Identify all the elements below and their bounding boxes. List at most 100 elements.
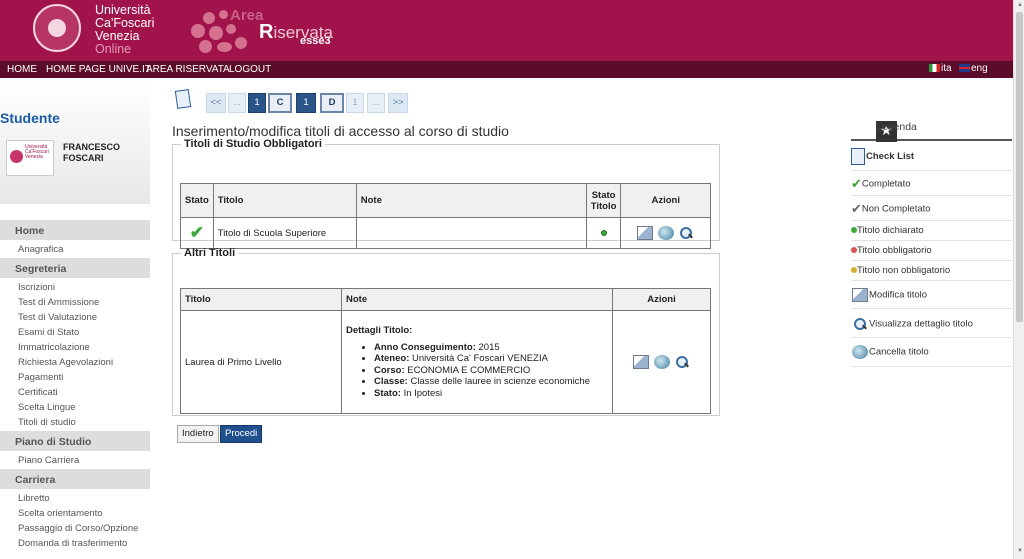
grey-check-icon: ✔ [851,201,862,216]
detail-corso: Corso: ECONOMIA E COMMERCIO [374,365,608,377]
pager-label-c[interactable]: C [268,93,292,113]
university-seal-logo[interactable] [33,4,81,52]
delete-title-globe-icon[interactable] [653,355,670,369]
student-title: Studente [0,110,60,126]
menu-section-segreteria[interactable]: Segreteria [0,257,150,278]
page-title: Inserimento/modifica titoli di accesso a… [172,123,509,139]
menu-item-libretto[interactable]: Libretto [0,491,150,506]
col-stato-titolo: Stato Titolo [585,183,622,218]
menu-item-domanda-trasferimento[interactable]: Domanda di trasferimento [0,536,150,551]
row-titolo: Laurea di Primo Livello [180,310,342,414]
vertical-scrollbar[interactable]: ▲ ▼ [1013,0,1024,559]
titoli-obbligatori-legend: Titoli di Studio Obbligatori [184,138,322,150]
legend-item-titolo-non-obbligatorio: Titolo non obbligatorio [851,261,1012,281]
proceed-button[interactable]: Procedi [220,425,263,443]
globe-icon [852,345,868,359]
university-logo-text[interactable]: Università Ca'Foscari Venezia Online [95,4,154,56]
green-check-icon: ✔ [851,176,862,191]
legend-item-titolo-obbligatorio: Titolo obbligatorio [851,241,1012,261]
site-header: Università Ca'Foscari Venezia Online Are… [0,0,1013,61]
pager-last-button[interactable]: >> [388,93,408,113]
table-row: ✔ Titolo di Scuola Superiore [180,217,711,249]
student-name: FRANCESCO FOSCARI [63,142,121,163]
step-pager: << ... 1 C 1 D 1 ... >> [172,88,722,118]
lang-en-link[interactable]: eng [959,63,988,74]
col-azioni: Azioni [612,288,711,311]
edit-title-icon[interactable] [637,226,654,240]
row-titolo: Titolo di Scuola Superiore [212,217,357,249]
legend-header: Legenda [851,114,1012,142]
altri-titoli-legend: Altri Titoli [184,247,236,259]
scrollbar-thumb[interactable] [1016,12,1023,322]
menu-section-carriera[interactable]: Carriera [0,468,150,489]
back-button[interactable]: Indietro [177,425,219,443]
menu-item-anagrafica[interactable]: Anagrafica [0,242,150,257]
view-detail-magnifier-icon[interactable] [674,355,690,369]
col-note: Note [341,288,613,311]
legend-item-non-completato: ✔Non Completato [851,196,1012,221]
pager-next-step[interactable]: 1 [346,93,364,113]
menu-item-test-ammissione[interactable]: Test di Ammissione [0,295,150,310]
view-detail-magnifier-icon[interactable] [678,226,694,240]
checklist-icon[interactable] [174,89,192,109]
pager-ellipsis: ... [228,93,246,113]
student-avatar: Università Ca'Foscari Venezia [6,140,54,176]
legend-item-completato: ✔Completato [851,171,1012,196]
legend-item-cancella: Cancella titolo [851,338,1012,367]
col-titolo: Titolo [212,183,357,218]
pager-label-d[interactable]: D [320,93,344,113]
top-navigation: HOME HOME PAGE UNIVE.IT AREA RISERVATA L… [0,61,1013,78]
nav-home-link[interactable]: HOME [7,64,37,75]
lang-it-link[interactable]: ita [929,63,952,74]
edit-icon [852,288,868,302]
pager-first-button[interactable]: << [206,93,226,113]
legend-item-titolo-dichiarato: Titolo dichiarato [851,221,1012,241]
menu-item-esami-stato[interactable]: Esami di Stato [0,325,150,340]
delete-title-globe-icon[interactable] [657,226,674,240]
menu-item-scelta-orientamento[interactable]: Scelta orientamento [0,506,150,521]
menu-item-pagamenti[interactable]: Pagamenti [0,370,150,385]
uni-line-4: Online [95,42,132,56]
legend-item-checklist: Check List [851,141,1012,171]
titoli-obbligatori-table: Stato Titolo Note Stato Titolo Azioni ✔ T… [180,183,711,249]
detail-stato: Stato: In Ipotesi [374,388,608,400]
menu-item-piano-carriera[interactable]: Piano Carriera [0,453,150,468]
altri-titoli-table: Titolo Note Azioni Laurea di Primo Livel… [180,288,711,414]
scroll-up-arrow-icon[interactable]: ▲ [1017,2,1023,8]
row-details: Dettagli Titolo: Anno Conseguimento: 201… [341,310,613,414]
scroll-down-arrow-icon[interactable]: ▼ [1017,548,1023,554]
menu-item-immatricolazione[interactable]: Immatricolazione [0,340,150,355]
area-riservata-logo: Area Riservata esse3 [185,4,345,58]
italian-flag-icon [929,64,940,73]
col-stato: Stato [180,183,214,218]
menu-item-iscrizioni[interactable]: Iscrizioni [0,280,150,295]
left-sidebar: Studente Università Ca'Foscari Venezia F… [0,82,150,559]
student-panel: Studente Università Ca'Foscari Venezia F… [0,82,150,204]
nav-area-riservata-link[interactable]: AREA RISERVATA [146,64,230,75]
pager-step-1b[interactable]: 1 [296,93,316,113]
menu-item-richiesta-agevolazioni[interactable]: Richiesta Agevolazioni [0,355,150,370]
titolo-dichiarato-dot-icon [600,229,607,236]
menu-item-certificati[interactable]: Certificati [0,385,150,400]
menu-section-home[interactable]: Home [0,219,150,240]
pager-ellipsis-2: ... [367,93,385,113]
menu-section-piano-studio[interactable]: Piano di Studio [0,430,150,451]
row-note [355,217,587,249]
nav-homepage-unive-link[interactable]: HOME PAGE UNIVE.IT [46,64,151,75]
esse3-word: esse3 [300,35,331,47]
col-titolo: Titolo [180,288,342,311]
edit-title-icon[interactable] [632,355,649,369]
col-azioni: Azioni [620,183,711,218]
detail-ateneo: Ateneo: Università Ca' Foscari VENEZIA [374,353,608,365]
menu-item-scelta-lingue[interactable]: Scelta Lingue [0,400,150,415]
menu-item-test-valutazione[interactable]: Test di Valutazione [0,310,150,325]
legend-panel: Legenda Check List ✔Completato ✔Non Comp… [851,114,1012,367]
detail-classe: Classe: Classe delle lauree in scienze e… [374,376,608,388]
nav-logout-link[interactable]: LOGOUT [229,64,271,75]
sidebar-menu: Home Anagrafica Segreteria Iscrizioni Te… [0,219,150,551]
magnifier-icon [852,317,868,331]
menu-item-titoli-studio[interactable]: Titoli di studio [0,415,150,430]
menu-item-passaggio-corso[interactable]: Passaggio di Corso/Opzione [0,521,150,536]
legend-item-modifica: Modifica titolo [851,281,1012,309]
pager-step-1[interactable]: 1 [248,93,266,113]
